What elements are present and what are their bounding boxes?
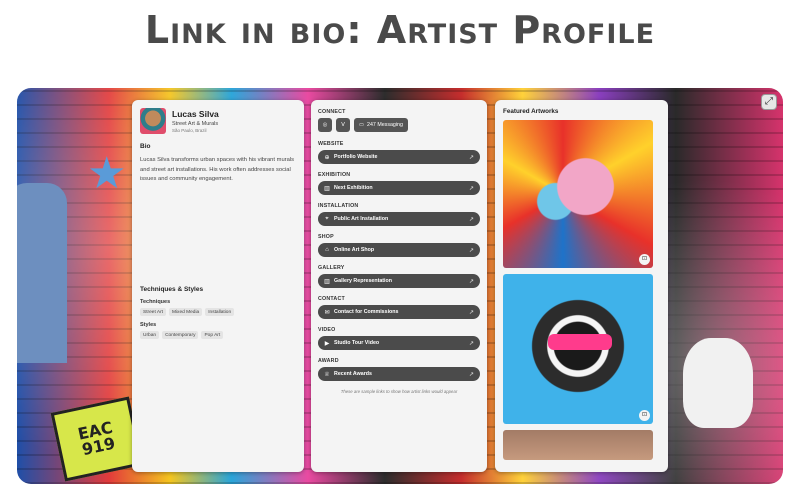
avatar [140,108,166,134]
building-icon: ▥ [324,185,330,192]
artwork-image[interactable]: ⊡ [503,274,653,424]
style-chip: Urban [140,331,160,339]
footer-note: These are sample links to show how artis… [340,389,458,394]
link-contact-for-commissions[interactable]: ✉ Contact for Commissions ↗ [318,305,480,319]
link-studio-tour-video[interactable]: ▶ Studio Tour Video ↗ [318,336,480,350]
external-link-icon: ↗ [468,216,474,223]
external-link-icon: ↗ [468,371,474,378]
background-star: ★ [87,149,127,198]
styles-label: Styles [140,322,157,328]
profile-subtitle: Street Art & Murals [172,121,219,127]
technique-chip: Installation [205,308,235,316]
award-icon: ♕ [324,371,330,378]
link-category: EXHIBITION [318,172,351,178]
background-person [17,183,67,363]
techniques-section: Techniques & Styles Techniques Street Ar… [140,277,296,339]
link-category: WEBSITE [318,141,344,147]
background-sign: EAC 919 [50,396,144,482]
link-label: Gallery Representation [334,278,392,284]
messaging-label: 247 Messaging [367,122,403,128]
page-heading: Link in bio: Artist Profile [144,8,656,52]
technique-chip: Street Art [140,308,166,316]
link-recent-awards[interactable]: ♕ Recent Awards ↗ [318,367,480,381]
video-icon: ▶ [324,340,330,347]
link-label: Online Art Shop [334,247,375,253]
link-category: VIDEO [318,327,336,333]
link-category: CONTACT [318,296,345,302]
style-chip: Contemporary [162,331,199,339]
link-gallery-representation[interactable]: ▥ Gallery Representation ↗ [318,274,480,288]
connect-label: CONNECT [318,109,346,115]
style-chip: Pop Art [201,331,224,339]
external-link-icon: ↗ [468,247,474,254]
profile-name: Lucas Silva [172,109,219,119]
artworks-title: Featured Artworks [503,108,559,115]
cart-icon[interactable]: ⊡ [639,254,650,265]
external-link-icon: ↗ [468,154,474,161]
instagram-button[interactable]: ◎ [318,118,332,132]
techniques-label: Techniques [140,299,171,305]
link-category: SHOP [318,234,334,240]
artwork-image[interactable]: ⊡ [503,120,653,268]
profile-panel: Lucas Silva Street Art & Murals São Paul… [132,100,304,472]
link-label: Public Art Installation [334,216,389,222]
external-link-icon: ↗ [468,278,474,285]
location-pin-icon: ⌖ [325,215,329,222]
message-icon: ▭ [359,122,365,128]
background-rabbit [683,338,753,428]
link-online-art-shop[interactable]: ⌂ Online Art Shop ↗ [318,243,480,257]
expand-icon[interactable]: ⤢ [761,94,777,110]
link-portfolio-website[interactable]: ⊕ Portfolio Website ↗ [318,150,480,164]
bio-text: Lucas Silva transforms urban spaces with… [140,157,295,183]
globe-icon: ⊕ [324,154,330,161]
link-category: INSTALLATION [318,203,359,209]
technique-chip: Mixed Media [169,308,203,316]
link-label: Studio Tour Video [334,340,380,346]
bio-title: Bio [140,143,151,150]
cart-icon[interactable]: ⊡ [639,410,650,421]
profile-location: São Paulo, Brazil [172,128,207,133]
artworks-panel: Featured Artworks ⊡ ⊡ [495,100,668,472]
mail-icon: ✉ [324,309,330,316]
links-panel: CONNECT ◎ ᐯ ▭ 247 Messaging WEBSITE ⊕ Po… [311,100,487,472]
social-row: ◎ ᐯ ▭ 247 Messaging [318,118,480,132]
link-category: GALLERY [318,265,345,271]
link-label: Next Exhibition [334,185,373,191]
vimeo-icon: ᐯ [341,122,345,128]
external-link-icon: ↗ [468,340,474,347]
techniques-title: Techniques & Styles [140,286,204,293]
link-label: Portfolio Website [334,154,378,160]
shop-icon: ⌂ [325,247,329,253]
artwork-image[interactable] [503,430,653,460]
external-link-icon: ↗ [468,185,474,192]
building-icon: ▥ [324,278,330,285]
link-label: Recent Awards [334,371,372,377]
link-label: Contact for Commissions [334,309,399,315]
link-public-art-installation[interactable]: ⌖ Public Art Installation ↗ [318,212,480,226]
app-screen: ★ EAC 919 ⤢ Lucas Silva Street Art & Mura… [17,88,783,484]
vimeo-button[interactable]: ᐯ [336,118,350,132]
link-category: AWARD [318,358,339,364]
messaging-button[interactable]: ▭ 247 Messaging [354,118,408,132]
profile-header: Lucas Silva Street Art & Murals São Paul… [140,108,296,134]
link-next-exhibition[interactable]: ▥ Next Exhibition ↗ [318,181,480,195]
instagram-icon: ◎ [322,122,328,128]
external-link-icon: ↗ [468,309,474,316]
